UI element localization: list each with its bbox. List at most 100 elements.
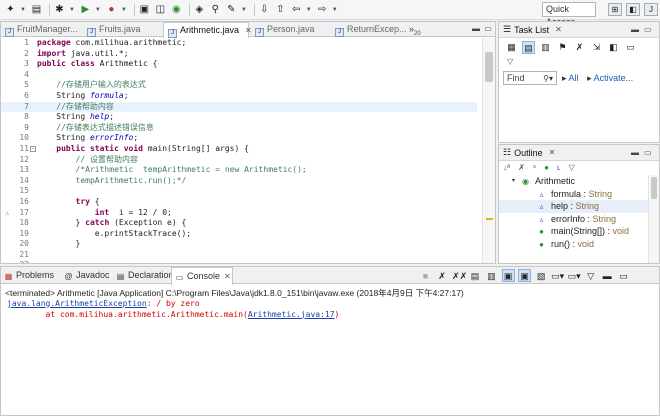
save-icon[interactable]: ▤ — [30, 3, 43, 16]
outline-item[interactable]: ▵ help : String — [499, 200, 649, 213]
console-output[interactable]: java.lang.ArithmeticException: / by zero… — [7, 299, 339, 320]
scroll-lock-icon[interactable]: ▥ — [485, 270, 498, 283]
scheduled-icon[interactable]: ▥ — [539, 41, 552, 54]
code-line[interactable]: 12 // 设置帮助内容 — [1, 155, 477, 166]
open-perspective-icon[interactable]: ⊞ — [608, 3, 622, 16]
new-dropdown-icon[interactable]: ▼ — [20, 7, 26, 13]
maximize-icon[interactable]: ▭ — [644, 148, 652, 157]
remove-launch-icon[interactable]: ✗ — [436, 270, 449, 283]
minimize-icon[interactable]: ▬ — [471, 24, 481, 34]
view-menu-dropdown-icon[interactable]: ▽ — [499, 56, 659, 68]
open-console-icon[interactable]: ▭▾ — [568, 270, 581, 283]
sort-icon[interactable]: ↓ª — [503, 163, 510, 172]
tab-problems[interactable]: ▦ Problems — [1, 267, 59, 284]
code-line[interactable]: 1 package com.milihua.arithmetic; — [1, 38, 477, 49]
close-icon[interactable]: ✕ — [555, 25, 562, 34]
prev-annotation-icon[interactable]: ⇧ — [274, 3, 287, 16]
code-line[interactable]: 9 //存储表达式描述错误信息 — [1, 123, 477, 134]
open-type-icon[interactable]: ◈ — [193, 3, 206, 16]
code-line[interactable]: 11 public static void main(String[] args… — [1, 144, 477, 155]
outline-item[interactable]: ● run() : void — [499, 238, 649, 251]
new-task-icon[interactable]: ▦ — [505, 41, 518, 54]
code-line[interactable]: 13 /*Arithmetic tempArithmetic = new Ari… — [1, 165, 477, 176]
hide-nonpublic-icon[interactable]: ● — [544, 163, 549, 172]
task-list-title[interactable]: Task List — [514, 25, 549, 35]
external-tools-dropdown-icon[interactable]: ▼ — [121, 7, 127, 13]
outline-scrollbar[interactable] — [648, 175, 659, 263]
hide-static-icon[interactable]: ˢ — [533, 163, 536, 172]
hide-fields-icon[interactable]: ✗ — [518, 163, 525, 172]
code-line[interactable]: 18 } catch (Exception e) { — [1, 218, 477, 229]
outline-title[interactable]: Outline — [514, 148, 543, 158]
code-line[interactable]: 2 import java.util.*; — [1, 49, 477, 60]
outline-item[interactable]: ● main(String[]) : void — [499, 225, 649, 238]
scrollbar-thumb[interactable] — [651, 177, 657, 199]
close-icon[interactable]: ✕ — [549, 148, 556, 157]
pin-dropdown-icon[interactable]: ▼ — [241, 7, 247, 13]
pin-console-icon[interactable]: ▧ — [535, 270, 548, 283]
show-stderr-icon[interactable]: ▣ — [518, 269, 532, 282]
focus-icon[interactable]: ◧ — [607, 41, 620, 54]
java-perspective-icon[interactable]: J — [644, 3, 658, 16]
external-tools-icon[interactable]: ● — [105, 3, 118, 16]
run-icon[interactable]: ▶ — [79, 3, 92, 16]
next-annotation-icon[interactable]: ⇩ — [258, 3, 271, 16]
forward-dropdown-icon[interactable]: ▼ — [332, 7, 338, 13]
tab-arithmetic[interactable]: J Arithmetic.java ✕ — [163, 22, 252, 38]
tab-declaration[interactable]: ▤ Declaration — [113, 267, 174, 284]
terminate-icon[interactable]: ■ — [419, 270, 432, 283]
remove-all-icon[interactable]: ✗✗ — [452, 270, 467, 283]
debug-icon[interactable]: ✱ — [53, 3, 66, 16]
maximize-icon[interactable]: ▭ — [483, 24, 493, 34]
tab-person[interactable]: J Person.java — [251, 22, 329, 37]
new-icon[interactable]: ✦ — [4, 3, 17, 16]
code-line[interactable]: 17 int i = 12 / 0; ⚠ — [1, 208, 477, 219]
close-icon[interactable]: ✕ — [224, 272, 231, 281]
pin-icon[interactable]: ✎ — [225, 3, 238, 16]
view-menu-icon[interactable]: ▽ — [584, 270, 597, 283]
quick-access-field[interactable]: Quick Access — [542, 2, 596, 27]
synchronize-icon[interactable]: ⚑ — [556, 41, 569, 54]
tab-returnexception[interactable]: J ReturnExcep... — [331, 22, 409, 37]
find-field[interactable]: Find ⚲▾ — [503, 71, 557, 85]
stack-trace-link[interactable]: Arithmetic.java:17 — [248, 310, 335, 319]
exception-link[interactable]: java.lang.ArithmeticException — [7, 299, 147, 308]
scrollbar-thumb[interactable] — [485, 52, 493, 82]
activate-link[interactable]: Activate... — [594, 73, 634, 83]
collapse-all-icon[interactable]: ⇲ — [590, 41, 603, 54]
back-icon[interactable]: ⇦ — [290, 3, 303, 16]
maximize-icon[interactable]: ▭ — [617, 270, 630, 283]
code-line[interactable]: 22 — [1, 260, 477, 263]
all-link[interactable]: All — [569, 73, 579, 83]
code-line[interactable]: 8 String help; — [1, 112, 477, 123]
outline-item[interactable]: ▾ ◉ Arithmetic — [499, 175, 649, 188]
maximize-icon[interactable]: ▭ — [644, 25, 652, 34]
code-editor[interactable]: 1 package com.milihua.arithmetic; 2 import … — [1, 38, 477, 263]
fold-toggle-icon[interactable]: − — [30, 145, 36, 152]
code-line[interactable]: 19 e.printStackTrace(); — [1, 229, 477, 240]
warning-marker-icon[interactable]: ⚠ — [5, 209, 13, 217]
minimize-icon[interactable]: ▬ — [631, 148, 639, 157]
clear-console-icon[interactable]: ▤ — [469, 270, 482, 283]
new-class-icon[interactable]: ◉ — [170, 3, 183, 16]
forward-icon[interactable]: ⇨ — [316, 3, 329, 16]
search-icon[interactable]: ⚲▾ — [543, 73, 553, 85]
search-icon[interactable]: ⚲ — [209, 3, 222, 16]
tab-fruitmanager[interactable]: J FruitManager... — [1, 22, 81, 37]
hide-completed-icon[interactable]: ✗ — [573, 41, 586, 54]
code-line[interactable]: 5 //存储用户输入的表达式 — [1, 80, 477, 91]
debug-dropdown-icon[interactable]: ▼ — [69, 7, 75, 13]
expand-icon[interactable]: ▾ — [509, 177, 518, 186]
tab-console[interactable]: ▭ Console ✕ — [171, 267, 233, 285]
minimize-icon[interactable]: ▬ — [631, 25, 639, 34]
outline-item[interactable]: ▵ formula : String — [499, 188, 649, 201]
new-package-icon[interactable]: ◫ — [154, 3, 167, 16]
view-menu-icon[interactable]: ▭ — [624, 41, 637, 54]
code-line[interactable]: 6 String formula; — [1, 91, 477, 102]
tab-fruits[interactable]: J Fruits.java — [83, 22, 161, 37]
categorized-icon[interactable]: ▤ — [522, 40, 535, 54]
display-console-icon[interactable]: ▭▾ — [551, 270, 564, 283]
code-line[interactable]: 20 } — [1, 239, 477, 250]
run-dropdown-icon[interactable]: ▼ — [95, 7, 101, 13]
view-menu-icon[interactable]: ▽ — [569, 163, 575, 172]
